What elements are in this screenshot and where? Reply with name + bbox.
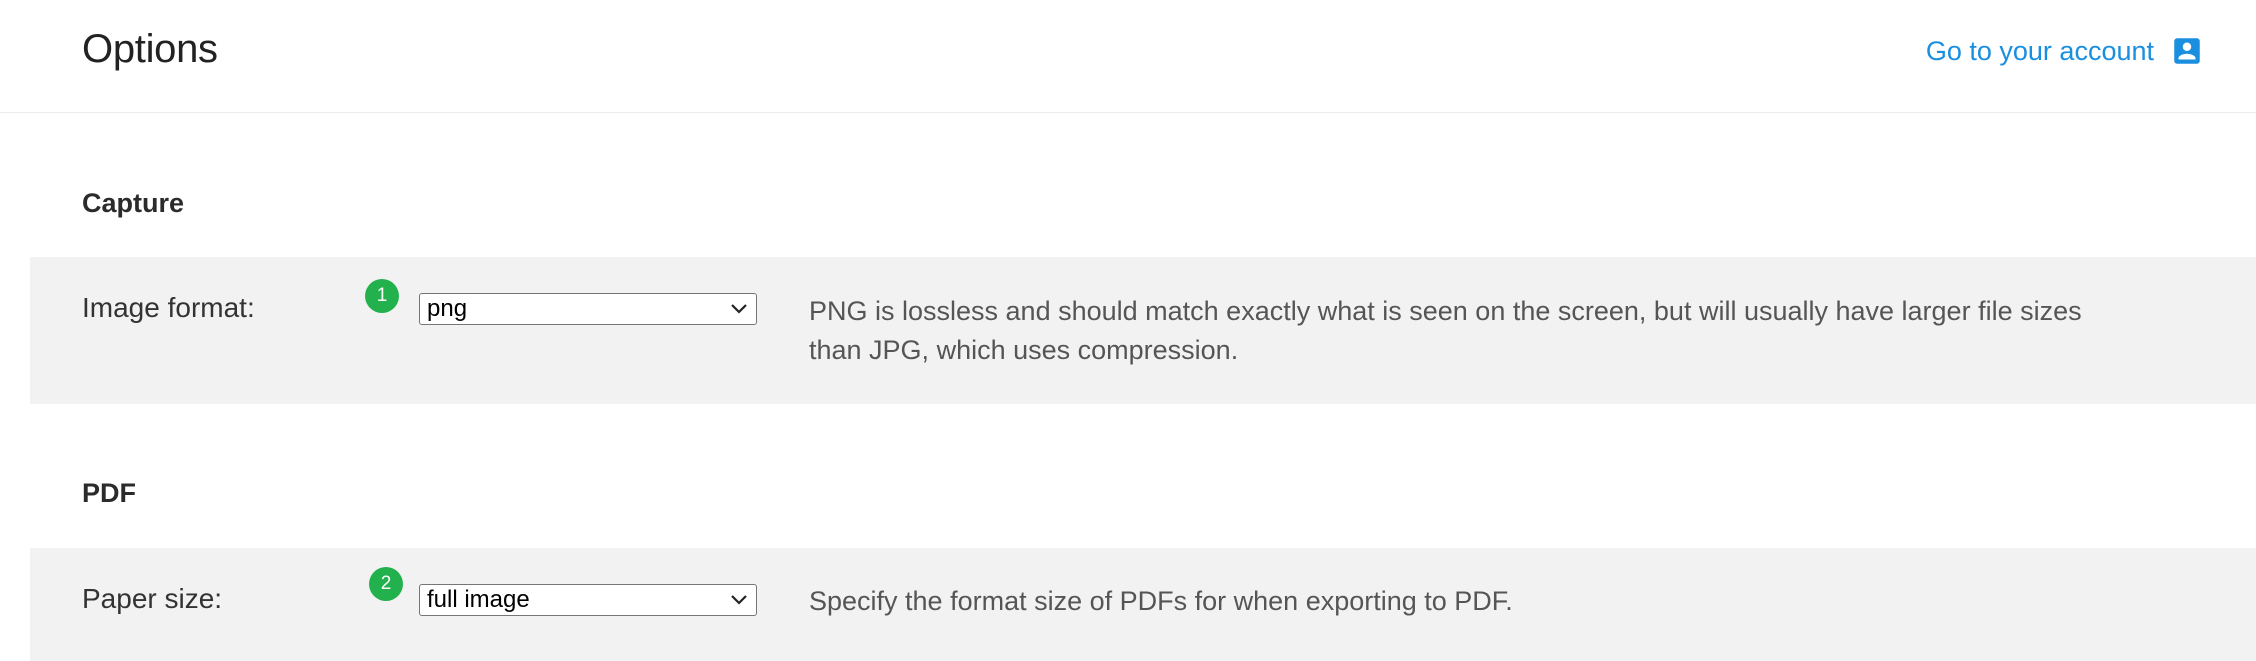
page-title: Options bbox=[82, 27, 218, 71]
step-badge: 2 bbox=[369, 567, 403, 601]
image-format-description: PNG is lossless and should match exactly… bbox=[809, 296, 2082, 365]
paper-size-description: Specify the format size of PDFs for when… bbox=[809, 586, 1513, 616]
image-format-select[interactable]: png bbox=[419, 293, 757, 325]
chevron-down-icon bbox=[731, 595, 747, 605]
header: Options Go to your account bbox=[0, 0, 2256, 113]
chevron-down-icon bbox=[731, 304, 747, 314]
step-badge: 1 bbox=[365, 279, 399, 313]
image-format-select-value: png bbox=[427, 295, 468, 322]
option-row-paper-size: Paper size: 2 full image Specify the for… bbox=[30, 548, 2256, 661]
paper-size-select-value: full image bbox=[427, 586, 530, 613]
paper-size-select[interactable]: full image bbox=[419, 584, 757, 616]
paper-size-label: Paper size: bbox=[82, 583, 223, 614]
account-box-icon bbox=[2174, 38, 2200, 64]
image-format-label: Image format: bbox=[82, 292, 255, 323]
go-to-account-link[interactable]: Go to your account bbox=[1926, 34, 2204, 68]
section-heading-capture: Capture bbox=[82, 188, 185, 218]
options-page: Options Go to your account Capture Image… bbox=[0, 0, 2256, 661]
account-link-label: Go to your account bbox=[1925, 35, 2154, 66]
section-heading-pdf: PDF bbox=[82, 478, 136, 508]
option-row-image-format: Image format: 1 png PNG is lossless and … bbox=[30, 257, 2256, 404]
